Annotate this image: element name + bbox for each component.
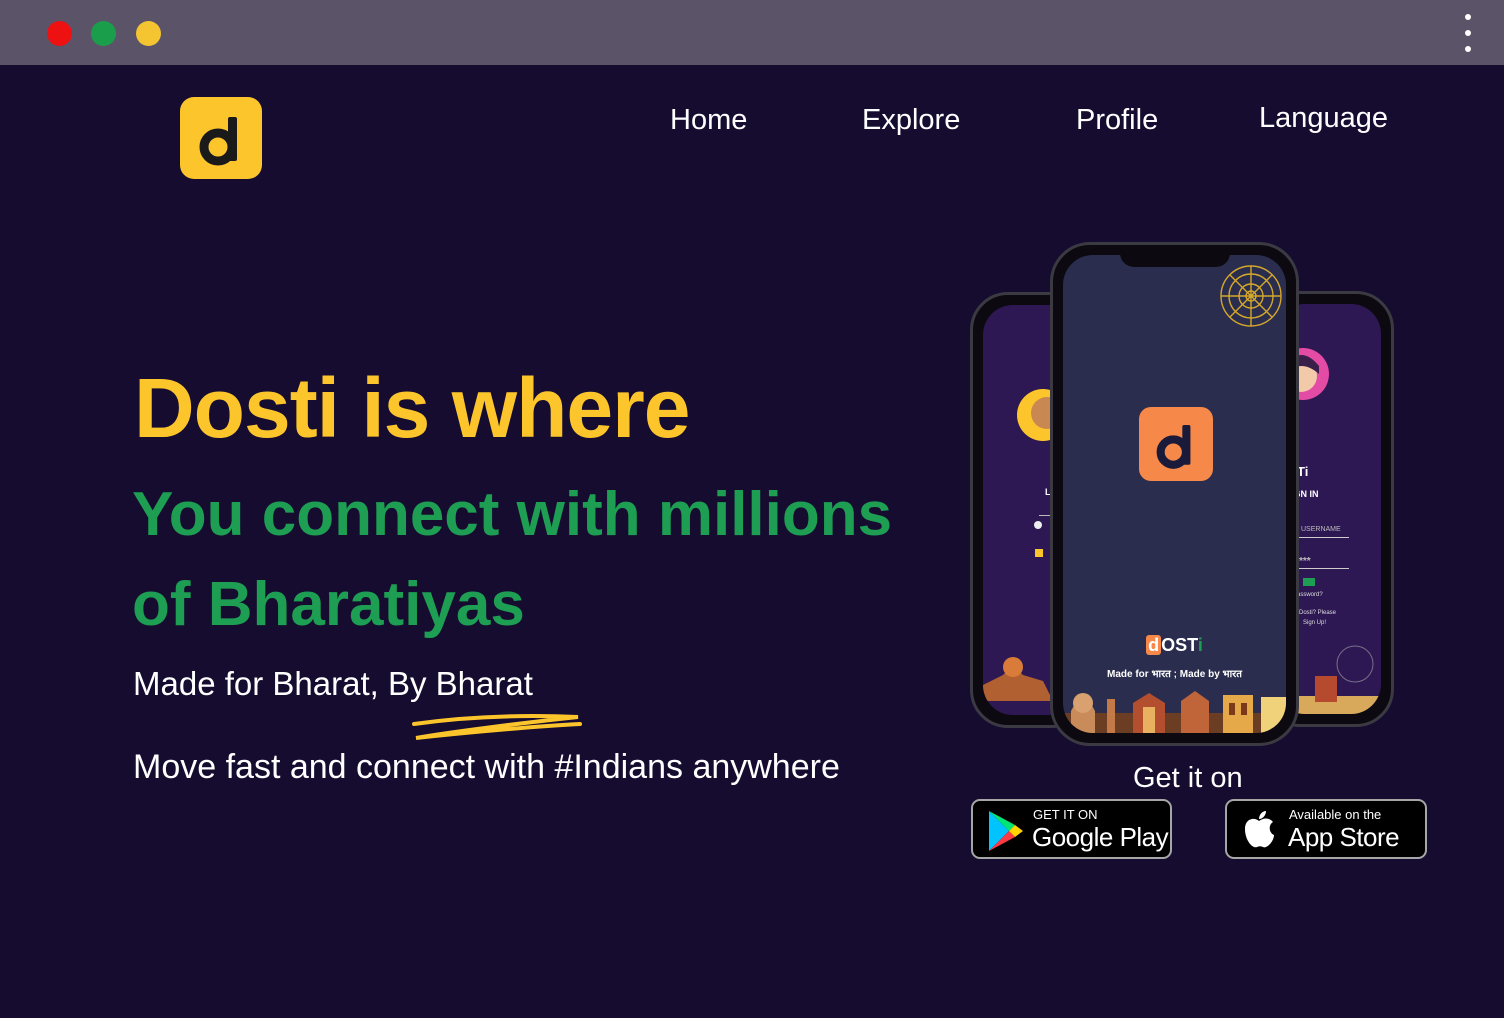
- get-it-on-label: Get it on: [1133, 762, 1243, 794]
- window-titlebar: [0, 0, 1504, 65]
- signin-password-mask: ***: [1299, 556, 1311, 567]
- signin-username-placeholder: USERNAME: [1301, 526, 1341, 533]
- google-play-small-text: GET IT ON: [1033, 807, 1098, 822]
- signin-signup-prompt: Dosti? Please: [1299, 610, 1337, 616]
- kebab-menu-icon[interactable]: [1462, 14, 1474, 52]
- signin-signup-link: Sign Up!: [1303, 620, 1327, 626]
- hero-description: Move fast and connect with #Indians anyw…: [133, 748, 840, 786]
- google-play-big-text: Google Play: [1032, 822, 1169, 852]
- nav-home[interactable]: Home: [670, 104, 747, 137]
- minimize-window-button[interactable]: [91, 21, 116, 46]
- app-store-small-text: Available on the: [1289, 807, 1382, 822]
- app-store-big-text: App Store: [1288, 822, 1400, 852]
- dosti-logo[interactable]: [180, 97, 262, 179]
- apple-icon: [1245, 811, 1274, 848]
- nav-profile[interactable]: Profile: [1076, 104, 1158, 137]
- google-play-icon: [989, 811, 1023, 851]
- phone-mockup-splash: d OSTi Made for भारत ; Made by भारत: [1050, 242, 1299, 746]
- signin-username-field: [1293, 537, 1349, 538]
- nav-explore[interactable]: Explore: [862, 104, 960, 137]
- app-store-button[interactable]: Available on the App Store: [1225, 799, 1427, 859]
- signin-forgot: assword?: [1297, 592, 1323, 598]
- signin-password-field: [1293, 568, 1349, 569]
- maximize-window-button[interactable]: [136, 21, 161, 46]
- mandala-icon: [1220, 265, 1282, 327]
- scribble-underline-icon: [412, 714, 582, 740]
- google-play-button[interactable]: GET IT ON Google Play: [971, 799, 1172, 859]
- nav-language[interactable]: Language: [1259, 102, 1388, 135]
- signin-toggle: [1303, 578, 1315, 586]
- india-monuments-skyline-icon: [1063, 691, 1286, 733]
- splash-app-logo: [1139, 407, 1213, 481]
- phone-notch: [1119, 245, 1230, 267]
- hero-subhead: You connect with millions of Bharatiyas: [132, 480, 893, 639]
- hero-headline: Dosti is where: [134, 361, 691, 455]
- hero-tagline: Made for Bharat, By Bharat: [133, 665, 533, 702]
- splash-brand-wordmark: d OSTi: [1146, 635, 1203, 655]
- close-window-button[interactable]: [47, 21, 72, 46]
